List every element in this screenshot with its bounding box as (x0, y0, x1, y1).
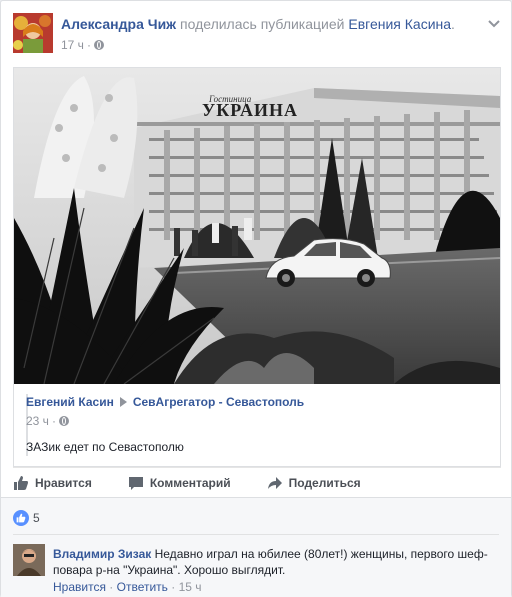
comment-icon (128, 476, 143, 490)
triangle-right-icon (119, 397, 127, 407)
comment-label: Комментарий (149, 475, 231, 490)
commenter-avatar[interactable] (13, 544, 45, 576)
comment-reply-link[interactable]: Ответить (117, 580, 168, 594)
post-headline: Александра Чиж поделилась публикацией Ев… (61, 15, 481, 33)
post-header: Александра Чиж поделилась публикацией Ев… (13, 13, 501, 55)
divider (13, 534, 499, 535)
comment-sep: · (171, 580, 176, 594)
thumbs-up-icon (14, 475, 28, 490)
likes-summary[interactable]: 5 (13, 510, 40, 526)
meta-dot: · (51, 414, 56, 428)
author-avatar[interactable] (13, 13, 53, 53)
comment-timestamp[interactable]: 15 ч (179, 580, 202, 594)
like-badge-icon (13, 510, 29, 526)
hotel-sign: УКРАИНА (202, 100, 298, 120)
headline-period: . (451, 16, 455, 32)
shared-post: Гостиница УКРАИНА Евгений Касин СевАгрег… (13, 67, 501, 467)
comments-section: 5 Владимир Зизак Недавно играл на юбилее… (1, 497, 511, 597)
share-button[interactable]: Поделиться (267, 475, 361, 491)
comment-body: Владимир Зизак Недавно играл на юбилее (… (53, 546, 493, 578)
like-label: Нравится (35, 475, 92, 490)
post-card: Александра Чиж поделилась публикацией Ев… (0, 0, 512, 597)
shared-group-link[interactable]: СевАгрегатор - Севастополь (133, 395, 304, 409)
shared-author-link[interactable]: Евгений Касин (26, 395, 114, 409)
chevron-down-icon[interactable] (487, 17, 501, 31)
share-label: Поделиться (288, 475, 361, 490)
meta-dot: · (86, 38, 91, 52)
commenter-name-link[interactable]: Владимир Зизак (53, 547, 151, 561)
like-button[interactable]: Нравится (13, 475, 92, 491)
shared-message: ЗАЗик едет по Севастополю (26, 440, 184, 454)
comment-like-link[interactable]: Нравится (53, 580, 106, 594)
shared-photo[interactable]: Гостиница УКРАИНА (14, 68, 500, 384)
post-meta: 17 ч · (61, 37, 104, 53)
comment-item: Владимир Зизак Недавно играл на юбилее (… (13, 544, 499, 594)
likes-count: 5 (33, 511, 40, 525)
shared-post-header: Евгений Касин СевАгрегатор - Севастополь (26, 395, 304, 409)
post-timestamp[interactable]: 17 ч (61, 37, 84, 53)
comment-actions: Нравится · Ответить · 15 ч (53, 580, 202, 594)
globe-icon (58, 416, 69, 426)
shared-from-link[interactable]: Евгения Касина (348, 16, 451, 32)
comment-sep: · (109, 580, 114, 594)
shared-post-meta: 23 ч · (26, 414, 69, 428)
post-author-link[interactable]: Александра Чиж (61, 16, 176, 32)
post-actions-bar: Нравится Комментарий Поделиться (13, 467, 501, 497)
comment-button[interactable]: Комментарий (128, 475, 231, 491)
shared-post-body: Евгений Касин СевАгрегатор - Севастополь… (14, 384, 500, 466)
share-arrow-icon (267, 476, 282, 489)
post-action-text: поделилась публикацией (180, 16, 345, 32)
globe-icon (93, 40, 104, 50)
shared-timestamp[interactable]: 23 ч (26, 414, 49, 428)
